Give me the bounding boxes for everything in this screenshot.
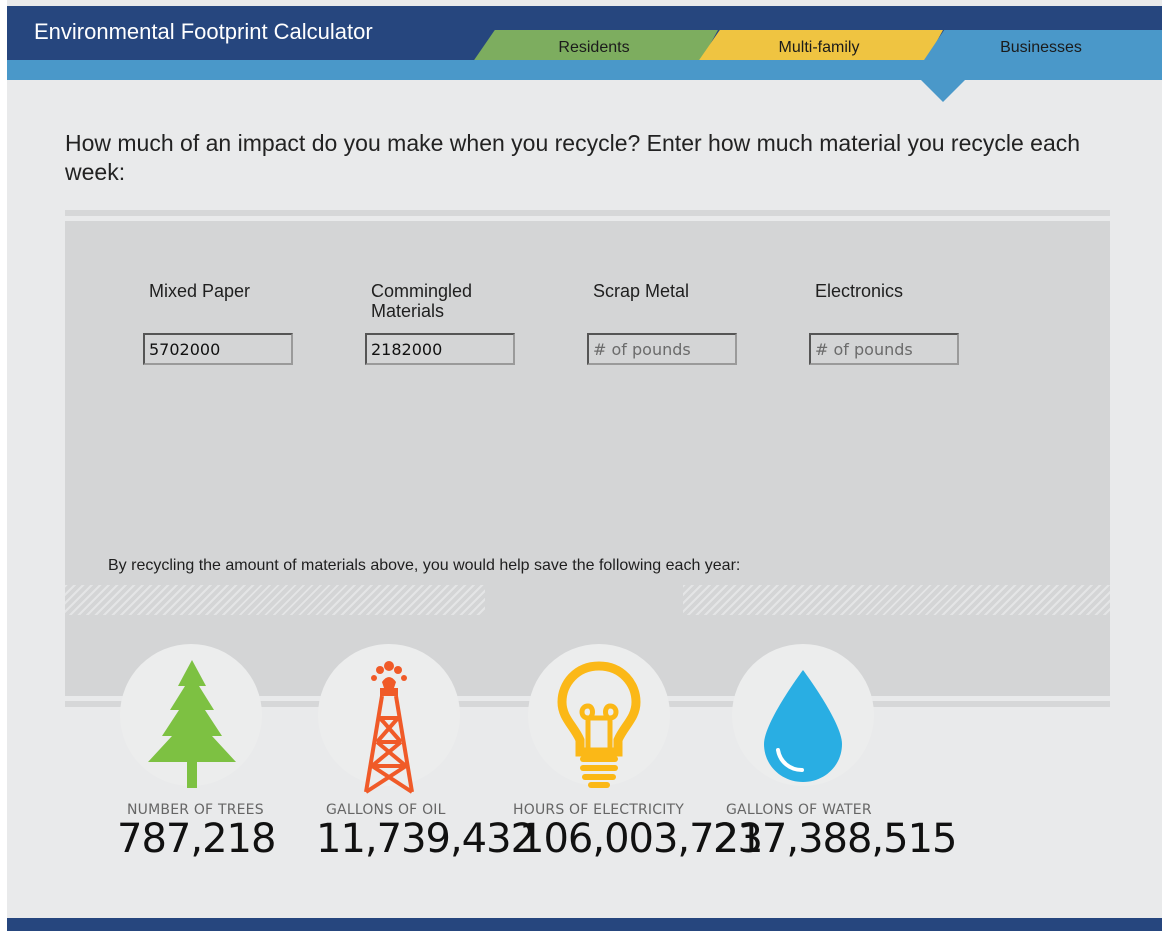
commingled-materials-input[interactable] [365,333,515,365]
mixed-paper-input[interactable] [143,333,293,365]
oil-value: 11,739,432 [316,816,536,862]
trees-value: 787,218 [117,816,276,862]
scrap-metal-input[interactable] [587,333,737,365]
mixed-paper-label: Mixed Paper [149,281,251,301]
tree-icon [148,660,236,788]
electronics-input[interactable] [809,333,959,365]
water-drop-icon [764,670,842,782]
commingled-materials-label: Commingled Materials [371,281,473,321]
question-text: How much of an impact do you make when y… [65,130,1081,185]
top-divider [65,210,1110,216]
oil-derrick-icon [364,661,414,794]
active-tab-pointer [921,80,965,102]
header-bar: Environmental Footprint Calculator Resid… [7,6,1162,66]
page: Environmental Footprint Calculator Resid… [7,0,1162,931]
savings-intro-text: By recycling the amount of materials abo… [108,557,741,574]
water-value: 237,388,515 [713,816,957,862]
hatch-band-right [683,585,1110,615]
scrap-metal-label: Scrap Metal [593,281,690,301]
electronics-label: Electronics [815,281,904,301]
footer-bar [7,918,1162,931]
hatch-band-left [65,585,485,615]
header-accent-band [7,60,1162,80]
lightbulb-icon [557,661,641,788]
